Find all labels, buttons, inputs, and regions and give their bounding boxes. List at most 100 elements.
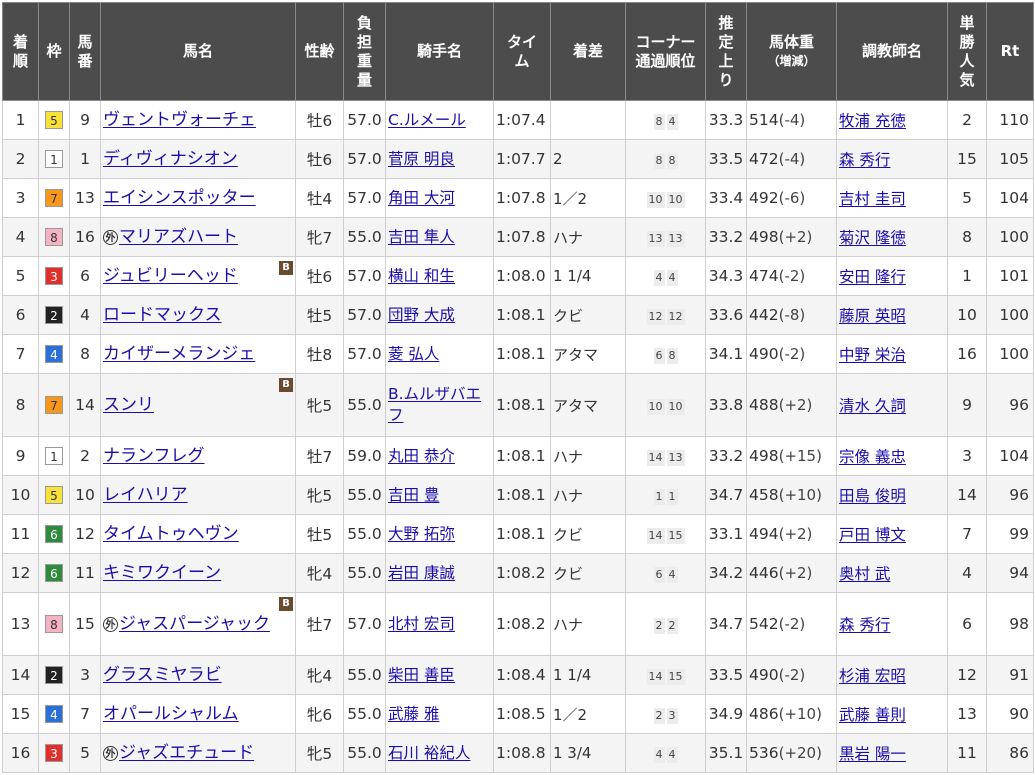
trainer-name-link[interactable]: 奥村 武 (839, 565, 890, 583)
waku-badge: 1 (45, 447, 63, 466)
trainer-name-link[interactable]: 藤原 英昭 (839, 307, 906, 325)
sexage-cell: 牝5 (295, 733, 344, 773)
jockey-name-link[interactable]: 菅原 明良 (388, 150, 455, 168)
jockey-name-link[interactable]: 丸田 恭介 (388, 447, 455, 465)
trainer-name-link[interactable]: 牧浦 充徳 (839, 112, 906, 130)
trainer-cell: 菊沢 隆徳 (836, 217, 948, 257)
jockey-cell: 丸田 恭介 (385, 436, 494, 476)
jockey-cell: 角田 大河 (385, 178, 494, 218)
horse-cell: レイハリア (100, 475, 296, 515)
corner-position-1: 10 (646, 398, 665, 415)
header-rank: 着順 (2, 2, 39, 101)
horse-name-link[interactable]: スンリ (103, 395, 154, 415)
waku-badge: 5 (45, 486, 63, 505)
margin-cell: ハナ (550, 475, 626, 515)
horse-name-link[interactable]: ジュビリーヘッド (103, 266, 238, 286)
time-cell: 1:08.4 (493, 655, 551, 695)
last3f-cell: 33.2 (705, 217, 747, 257)
rank-cell: 4 (2, 217, 39, 257)
trainer-name-link[interactable]: 森 秀行 (839, 616, 890, 634)
table-row: 5 3 6 ジュビリーヘッド B 牡6 57.0 横山 和生 1:08.0 1 1/4 4 4 34.3… (2, 256, 1034, 296)
umaban-cell: 2 (69, 436, 101, 476)
jockey-name-link[interactable]: 団野 大成 (388, 306, 455, 324)
corner-position-1: 4 (653, 746, 665, 763)
body-weight-cell: 498(+2) (746, 217, 837, 257)
jockey-name-link[interactable]: 角田 大河 (388, 189, 455, 207)
popularity-cell: 15 (947, 139, 987, 179)
trainer-name-link[interactable]: 田島 俊明 (839, 487, 906, 505)
jockey-name-link[interactable]: 横山 和生 (388, 267, 455, 285)
trainer-name-link[interactable]: 菊沢 隆徳 (839, 229, 906, 247)
popularity-cell: 11 (947, 733, 987, 773)
waku-badge: 4 (45, 705, 63, 724)
horse-cell: ヴェントヴォーチェ (100, 100, 296, 140)
umaban-cell: 7 (69, 694, 101, 734)
horse-name-link[interactable]: ジャズエチュード (119, 743, 254, 763)
body-weight-cell: 492(-6) (746, 178, 837, 218)
margin-cell: 1／2 (550, 178, 626, 218)
weight-carried-cell: 57.0 (343, 139, 386, 179)
horse-name-link[interactable]: カイザーメランジェ (103, 344, 255, 364)
horse-name-link[interactable]: グラスミヤラビ (103, 665, 222, 685)
trainer-name-link[interactable]: 杉浦 宏昭 (839, 667, 906, 685)
jockey-name-link[interactable]: 吉田 隼人 (388, 228, 455, 246)
popularity-cell: 5 (947, 178, 987, 218)
body-weight-value: 494 (749, 525, 779, 543)
sexage-cell: 牝7 (295, 217, 344, 257)
horse-name-link[interactable]: ヴェントヴォーチェ (103, 110, 256, 130)
trainer-name-link[interactable]: 黒岩 陽一 (839, 745, 906, 763)
jockey-name-link[interactable]: 武藤 雅 (388, 705, 439, 723)
horse-name-link[interactable]: ナランフレグ (103, 446, 205, 466)
header-body-weight: 馬体重 （増減） (746, 2, 837, 101)
trainer-name-link[interactable]: 吉村 圭司 (839, 190, 906, 208)
sexage-cell: 牝5 (295, 373, 344, 437)
trainer-name-link[interactable]: 森 秀行 (839, 151, 890, 169)
jockey-name-link[interactable]: 岩田 康誠 (388, 564, 455, 582)
body-weight-diff: (-2) (778, 267, 806, 285)
horse-name-link[interactable]: オパールシャルム (103, 704, 239, 724)
umaban-cell: 9 (69, 100, 101, 140)
jockey-name-link[interactable]: 吉田 豊 (388, 486, 439, 504)
weight-carried-cell: 55.0 (343, 217, 386, 257)
last3f-cell: 33.1 (705, 514, 747, 554)
trainer-cell: 吉村 圭司 (836, 178, 948, 218)
umaban-cell: 8 (69, 334, 101, 374)
body-weight-diff: (-4) (778, 111, 806, 129)
jockey-name-link[interactable]: 北村 宏司 (388, 615, 455, 633)
trainer-name-link[interactable]: 宗像 義忠 (839, 448, 906, 466)
rating-cell: 104 (986, 178, 1034, 218)
body-weight-cell: 474(-2) (746, 256, 837, 296)
jockey-name-link[interactable]: 柴田 善臣 (388, 666, 455, 684)
waku-badge: 3 (45, 267, 63, 286)
jockey-name-link[interactable]: C.ルメール (388, 111, 466, 129)
horse-name-link[interactable]: キミワクイーン (103, 563, 221, 583)
trainer-name-link[interactable]: 戸田 博文 (839, 526, 906, 544)
horse-name-link[interactable]: ジャスパージャック (119, 614, 270, 634)
horse-name-link[interactable]: ディヴィナシオン (103, 149, 238, 169)
jockey-name-link[interactable]: 石川 裕紀人 (388, 744, 470, 762)
body-weight-value: 488 (749, 396, 779, 414)
jockey-name-link[interactable]: 菱 弘人 (388, 345, 439, 363)
jockey-name-link[interactable]: B.ムルザバエフ (388, 385, 481, 424)
trainer-name-link[interactable]: 武藤 善則 (839, 706, 906, 724)
header-popularity-text: 単勝人気 (959, 13, 975, 89)
horse-name-link[interactable]: エイシンスポッター (103, 188, 256, 208)
trainer-name-link[interactable]: 中野 栄治 (839, 346, 906, 364)
rank-cell: 2 (2, 139, 39, 179)
popularity-cell: 14 (947, 475, 987, 515)
horse-name-link[interactable]: マリアズハート (119, 227, 238, 247)
corner-position-1: 12 (646, 308, 665, 325)
horse-name-link[interactable]: ロードマックス (103, 305, 222, 325)
trainer-name-link[interactable]: 安田 隆行 (839, 268, 906, 286)
horse-name-link[interactable]: タイムトゥヘヴン (103, 524, 239, 544)
weight-carried-cell: 55.0 (343, 694, 386, 734)
rating-cell: 90 (986, 694, 1034, 734)
horse-name-link[interactable]: レイハリア (103, 485, 188, 505)
trainer-name-link[interactable]: 清水 久詞 (839, 397, 906, 415)
rating-cell: 91 (986, 655, 1034, 695)
body-weight-value: 486 (749, 705, 779, 723)
jockey-name-link[interactable]: 大野 拓弥 (388, 525, 455, 543)
body-weight-cell: 486(+10) (746, 694, 837, 734)
header-time: タイム (493, 2, 551, 101)
weight-carried-cell: 55.0 (343, 733, 386, 773)
